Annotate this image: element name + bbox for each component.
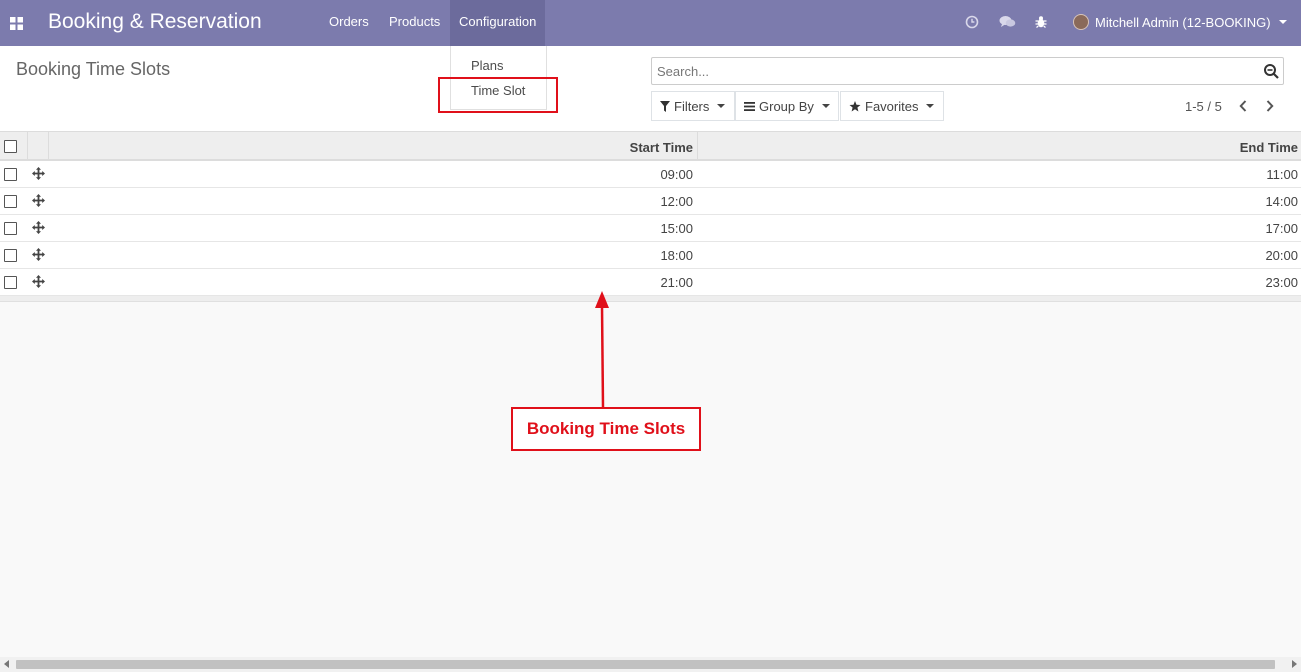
drag-handle-icon[interactable] bbox=[32, 275, 45, 288]
search-icon[interactable] bbox=[1263, 63, 1280, 80]
row-checkbox[interactable] bbox=[4, 222, 17, 235]
chevron-down-icon bbox=[821, 104, 830, 108]
favorites-label: Favorites bbox=[865, 98, 919, 114]
end-time-cell: 11:00 bbox=[1266, 167, 1298, 182]
table-row[interactable]: 12:00 14:00 bbox=[0, 188, 1301, 215]
start-time-cell: 15:00 bbox=[660, 221, 693, 236]
column-divider bbox=[27, 132, 28, 159]
column-divider bbox=[48, 132, 49, 159]
star-icon bbox=[849, 100, 861, 111]
menu-orders[interactable]: Orders bbox=[320, 0, 378, 46]
start-time-cell: 12:00 bbox=[660, 194, 693, 209]
select-all-checkbox[interactable] bbox=[4, 140, 17, 153]
dropdown-item-plans[interactable]: Plans bbox=[471, 58, 504, 73]
top-navbar: Booking & Reservation Orders Products Co… bbox=[0, 0, 1301, 46]
bug-icon[interactable] bbox=[1032, 13, 1050, 31]
drag-handle-icon[interactable] bbox=[32, 194, 45, 207]
start-time-cell: 09:00 bbox=[660, 167, 693, 182]
page-title: Booking Time Slots bbox=[16, 59, 171, 79]
group-by-label: Group By bbox=[759, 98, 814, 114]
start-time-cell: 21:00 bbox=[660, 275, 693, 290]
menu-configuration[interactable]: Configuration bbox=[450, 0, 546, 46]
favorites-button[interactable]: Favorites bbox=[840, 91, 944, 121]
table-row[interactable]: 09:00 11:00 bbox=[0, 161, 1301, 188]
time-slot-highlight bbox=[438, 77, 558, 113]
scroll-right-icon[interactable] bbox=[1292, 660, 1297, 668]
row-checkbox[interactable] bbox=[4, 276, 17, 289]
end-time-cell: 14:00 bbox=[1265, 194, 1298, 209]
horizontal-scrollbar[interactable] bbox=[0, 657, 1301, 672]
chevron-down-icon bbox=[1278, 20, 1287, 24]
start-time-cell: 18:00 bbox=[660, 248, 693, 263]
pager-value[interactable]: 1-5 / 5 bbox=[1185, 99, 1222, 114]
row-checkbox[interactable] bbox=[4, 249, 17, 262]
control-panel: Booking Time Slots Filters Group By Favo… bbox=[0, 46, 1301, 131]
clock-icon[interactable] bbox=[963, 13, 981, 31]
annotation-label: Booking Time Slots bbox=[511, 407, 701, 451]
end-time-cell: 23:00 bbox=[1265, 275, 1298, 290]
header-end-time[interactable]: End Time bbox=[1240, 140, 1298, 155]
user-name: Mitchell Admin (12-BOOKING) bbox=[1095, 14, 1271, 30]
apps-icon[interactable] bbox=[0, 0, 32, 46]
app-title[interactable]: Booking & Reservation bbox=[48, 10, 262, 34]
table-footer bbox=[0, 296, 1301, 302]
search-input[interactable] bbox=[652, 58, 1242, 84]
column-divider bbox=[697, 132, 698, 159]
filters-label: Filters bbox=[674, 98, 710, 114]
table-row[interactable]: 21:00 23:00 bbox=[0, 269, 1301, 296]
avatar bbox=[1073, 14, 1089, 30]
table-header: Start Time End Time bbox=[0, 131, 1301, 161]
group-by-button[interactable]: Group By bbox=[735, 91, 839, 121]
chat-icon[interactable] bbox=[998, 13, 1016, 31]
chevron-right-icon[interactable] bbox=[1262, 98, 1278, 114]
drag-handle-icon[interactable] bbox=[32, 248, 45, 261]
row-checkbox[interactable] bbox=[4, 168, 17, 181]
table-row[interactable]: 15:00 17:00 bbox=[0, 215, 1301, 242]
filters-button[interactable]: Filters bbox=[651, 91, 735, 121]
chevron-down-icon bbox=[926, 104, 935, 108]
menu-products[interactable]: Products bbox=[380, 0, 449, 46]
drag-handle-icon[interactable] bbox=[32, 167, 45, 180]
drag-handle-icon[interactable] bbox=[32, 221, 45, 234]
chevron-down-icon bbox=[717, 104, 726, 108]
table-row[interactable]: 18:00 20:00 bbox=[0, 242, 1301, 269]
list-icon bbox=[744, 101, 755, 111]
end-time-cell: 17:00 bbox=[1265, 221, 1298, 236]
chevron-left-icon[interactable] bbox=[1235, 98, 1251, 114]
search-box bbox=[651, 57, 1284, 85]
annotation-arrow bbox=[595, 291, 609, 408]
user-menu[interactable]: Mitchell Admin (12-BOOKING) bbox=[1073, 0, 1287, 44]
scrollbar-thumb[interactable] bbox=[16, 660, 1275, 669]
row-checkbox[interactable] bbox=[4, 195, 17, 208]
header-start-time[interactable]: Start Time bbox=[630, 140, 693, 155]
filter-icon bbox=[660, 100, 670, 112]
end-time-cell: 20:00 bbox=[1265, 248, 1298, 263]
scroll-left-icon[interactable] bbox=[4, 660, 9, 668]
time-slot-table: Start Time End Time 09:00 11:00 12:00 14… bbox=[0, 131, 1301, 302]
